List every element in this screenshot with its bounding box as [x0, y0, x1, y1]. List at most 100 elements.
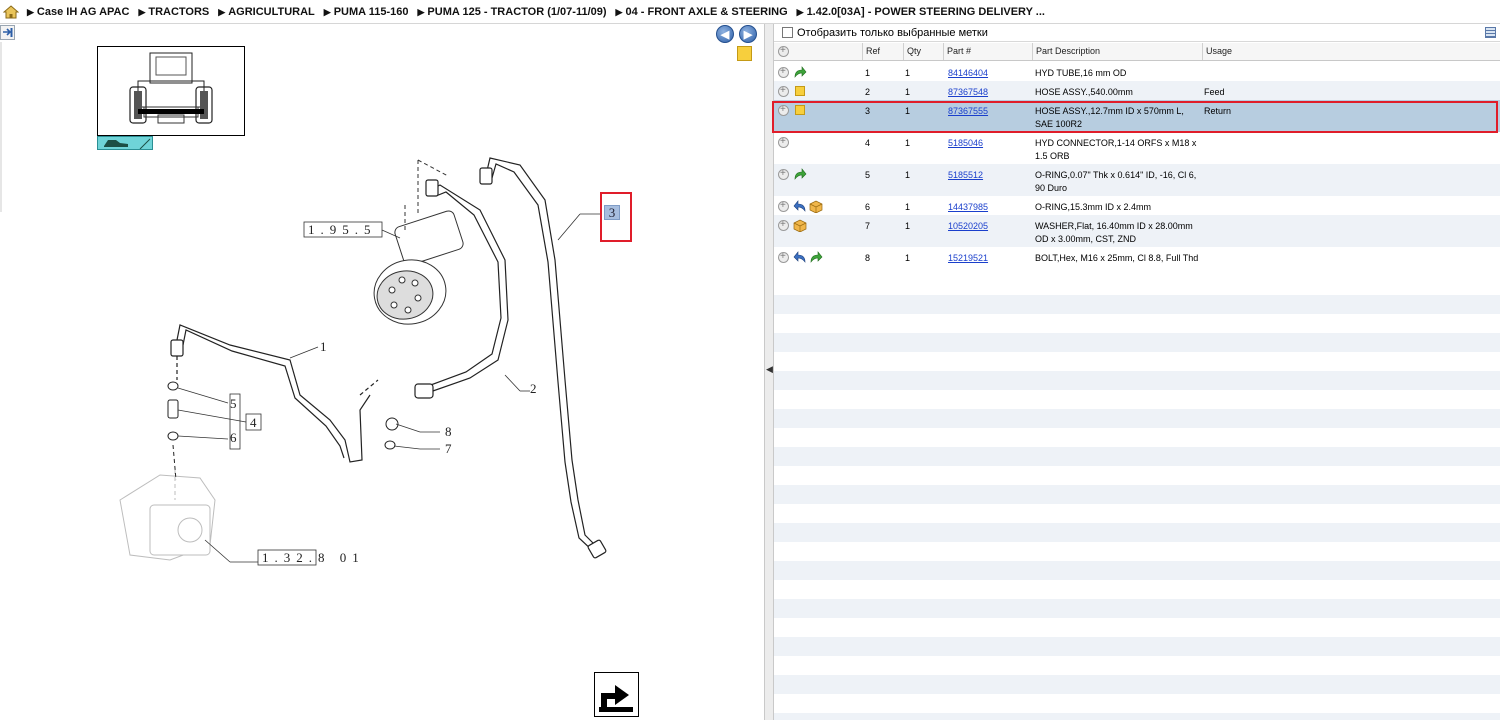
breadcrumb-item-section[interactable]: ▶ 1.42.0[03A] - POWER STEERING DELIVERY .… [797, 6, 1045, 18]
row-ref: 7 [865, 221, 871, 231]
row-qty: 1 [905, 87, 911, 97]
table-row[interactable]: 6 1 14437985 O-RING,15.3mm ID x 2.4mm [774, 196, 1500, 215]
callout-6[interactable]: 6 [230, 430, 237, 445]
callout-1[interactable]: 1 [320, 339, 327, 354]
breadcrumb: ▶ Case IH AG APAC ▶ TRACTORS ▶ AGRICULTURAL… [0, 0, 1500, 24]
breadcrumb-item-group[interactable]: ▶ 04 - FRONT AXLE & STEERING [616, 6, 788, 18]
arrow-blue-icon[interactable] [793, 251, 807, 264]
steering-unit-drawing [373, 159, 464, 325]
show-selected-only-checkbox[interactable] [782, 27, 793, 38]
row-ref: 3 [865, 106, 871, 116]
row-ref: 4 [865, 138, 871, 148]
row-part-link[interactable]: 87367555 [948, 105, 988, 118]
row-expand-icon[interactable] [778, 136, 789, 148]
exploded-parts-diagram: 1 2 5 4 6 8 7 1.95.5 1.32.8 01 [119, 157, 607, 566]
callout-4[interactable]: 4 [250, 415, 257, 430]
column-part-description[interactable]: Part Description [1032, 43, 1202, 60]
row-part-link[interactable]: 5185512 [948, 169, 983, 182]
row-part-link[interactable]: 84146404 [948, 67, 988, 80]
row-description: O-RING,15.3mm ID x 2.4mm [1035, 202, 1152, 212]
table-row[interactable]: 1 1 84146404 HYD TUBE,16 mm OD [774, 62, 1500, 81]
table-row[interactable]: 8 1 15219521 BOLT,Hex, M16 x 25mm, Cl 8.… [774, 247, 1500, 266]
exit-diagram-button[interactable] [594, 672, 639, 717]
row-qty: 1 [905, 170, 911, 180]
table-row[interactable]: 7 1 10520205 WASHER,Flat, 16.40mm ID x 2… [774, 215, 1500, 247]
row-expand-icon[interactable] [778, 219, 789, 231]
row-qty: 1 [905, 138, 911, 148]
arrow-blue-icon[interactable] [793, 200, 807, 213]
show-selected-only-label[interactable]: Отобразить только выбранные метки [797, 27, 988, 39]
row-qty: 1 [905, 68, 911, 78]
table-header: Ref Qty Part # Part Description Usage [774, 43, 1500, 61]
row-description: HYD TUBE,16 mm OD [1035, 68, 1127, 78]
breadcrumb-item-brand[interactable]: ▶ Case IH AG APAC [27, 6, 129, 18]
row-usage: Return [1204, 106, 1232, 116]
empty-table-rows [774, 295, 1500, 720]
tube-1-drawing [170, 324, 379, 463]
expand-all-icon[interactable] [778, 45, 789, 57]
pane-splitter[interactable]: ◀ [764, 24, 774, 720]
column-qty[interactable]: Qty [903, 43, 943, 60]
pump-drawing [119, 470, 216, 561]
box-icon[interactable] [793, 219, 807, 232]
row-qty: 1 [905, 253, 911, 263]
row-expand-icon[interactable] [778, 251, 789, 263]
row-part-link[interactable]: 5185046 [948, 137, 983, 150]
table-row[interactable]: 4 1 5185046 HYD CONNECTOR,1-14 ORFS x M1… [774, 132, 1500, 164]
row-expand-icon[interactable] [778, 200, 789, 212]
arrow-green-icon[interactable] [809, 251, 823, 264]
column-usage[interactable]: Usage [1202, 43, 1500, 60]
callout-7[interactable]: 7 [445, 441, 452, 456]
box-icon[interactable] [809, 200, 823, 213]
row-part-link[interactable]: 10520205 [948, 220, 988, 233]
collapse-arrow-icon[interactable]: ◀ [766, 364, 773, 375]
table-row[interactable]: 2 1 87367548 HOSE ASSY.,540.00mm Feed [774, 81, 1500, 100]
filter-bar: Отобразить только выбранные метки [774, 24, 1500, 42]
callout-8[interactable]: 8 [445, 424, 452, 439]
reference-1-32-8-01[interactable]: 1.32.8 01 [262, 550, 365, 565]
callout-5[interactable]: 5 [230, 396, 237, 411]
arrow-green-icon[interactable] [793, 66, 807, 79]
row-description: WASHER,Flat, 16.40mm ID x 28.00mm OD x 3… [1035, 221, 1193, 244]
diagram-pane: ◀ ▶ 1 2 5 4 6 8 7 1.95.5 1.32.8 01 3 [0, 24, 764, 720]
breadcrumb-item-series[interactable]: ▶ PUMA 115-160 [324, 6, 409, 18]
row-ref: 8 [865, 253, 871, 263]
grid-view-icon[interactable] [1485, 27, 1496, 38]
row-qty: 1 [905, 221, 911, 231]
row-part-link[interactable]: 14437985 [948, 201, 988, 214]
row-description: HOSE ASSY.,540.00mm [1035, 87, 1133, 97]
home-icon[interactable] [3, 4, 19, 19]
table-row-selected[interactable]: 3 1 87367555 HOSE ASSY.,12.7mm ID x 570m… [774, 100, 1500, 132]
row-part-link[interactable]: 87367548 [948, 86, 988, 99]
row-expand-icon[interactable] [778, 104, 789, 116]
column-part-number[interactable]: Part # [943, 43, 1032, 60]
breadcrumb-item-agricultural[interactable]: ▶ AGRICULTURAL [218, 6, 314, 18]
row-description: O-RING,0.07" Thk x 0.614" ID, -16, Cl 6,… [1035, 170, 1197, 193]
row-usage: Feed [1204, 87, 1225, 97]
row-ref: 5 [865, 170, 871, 180]
row-expand-icon[interactable] [778, 168, 789, 180]
column-ref[interactable]: Ref [862, 43, 903, 60]
row-description: BOLT,Hex, M16 x 25mm, Cl 8.8, Full Thd [1035, 253, 1199, 263]
callout-3-hotspot[interactable]: 3 [600, 192, 632, 242]
parts-list-pane: Отобразить только выбранные метки Ref Qt… [774, 24, 1500, 720]
row-ref: 2 [865, 87, 871, 97]
callout-3[interactable]: 3 [604, 205, 620, 220]
breadcrumb-item-tractors[interactable]: ▶ TRACTORS [138, 6, 209, 18]
row-expand-icon[interactable] [778, 85, 789, 97]
note-icon[interactable] [795, 105, 805, 115]
row-qty: 1 [905, 202, 911, 212]
callout-2[interactable]: 2 [530, 381, 537, 396]
row-expand-icon[interactable] [778, 66, 789, 78]
exit-arrow-icon [599, 685, 633, 712]
row-qty: 1 [905, 106, 911, 116]
row-ref: 1 [865, 68, 871, 78]
breadcrumb-item-model[interactable]: ▶ PUMA 125 - TRACTOR (1/07-11/09) [418, 6, 607, 18]
fittings-drawing [167, 381, 399, 481]
row-description: HOSE ASSY.,12.7mm ID x 570mm L, SAE 100R… [1035, 106, 1184, 129]
table-row[interactable]: 5 1 5185512 O-RING,0.07" Thk x 0.614" ID… [774, 164, 1500, 196]
reference-1-95-5[interactable]: 1.95.5 [308, 222, 377, 237]
row-part-link[interactable]: 15219521 [948, 252, 988, 265]
arrow-green-icon[interactable] [793, 168, 807, 181]
note-icon[interactable] [795, 86, 805, 96]
